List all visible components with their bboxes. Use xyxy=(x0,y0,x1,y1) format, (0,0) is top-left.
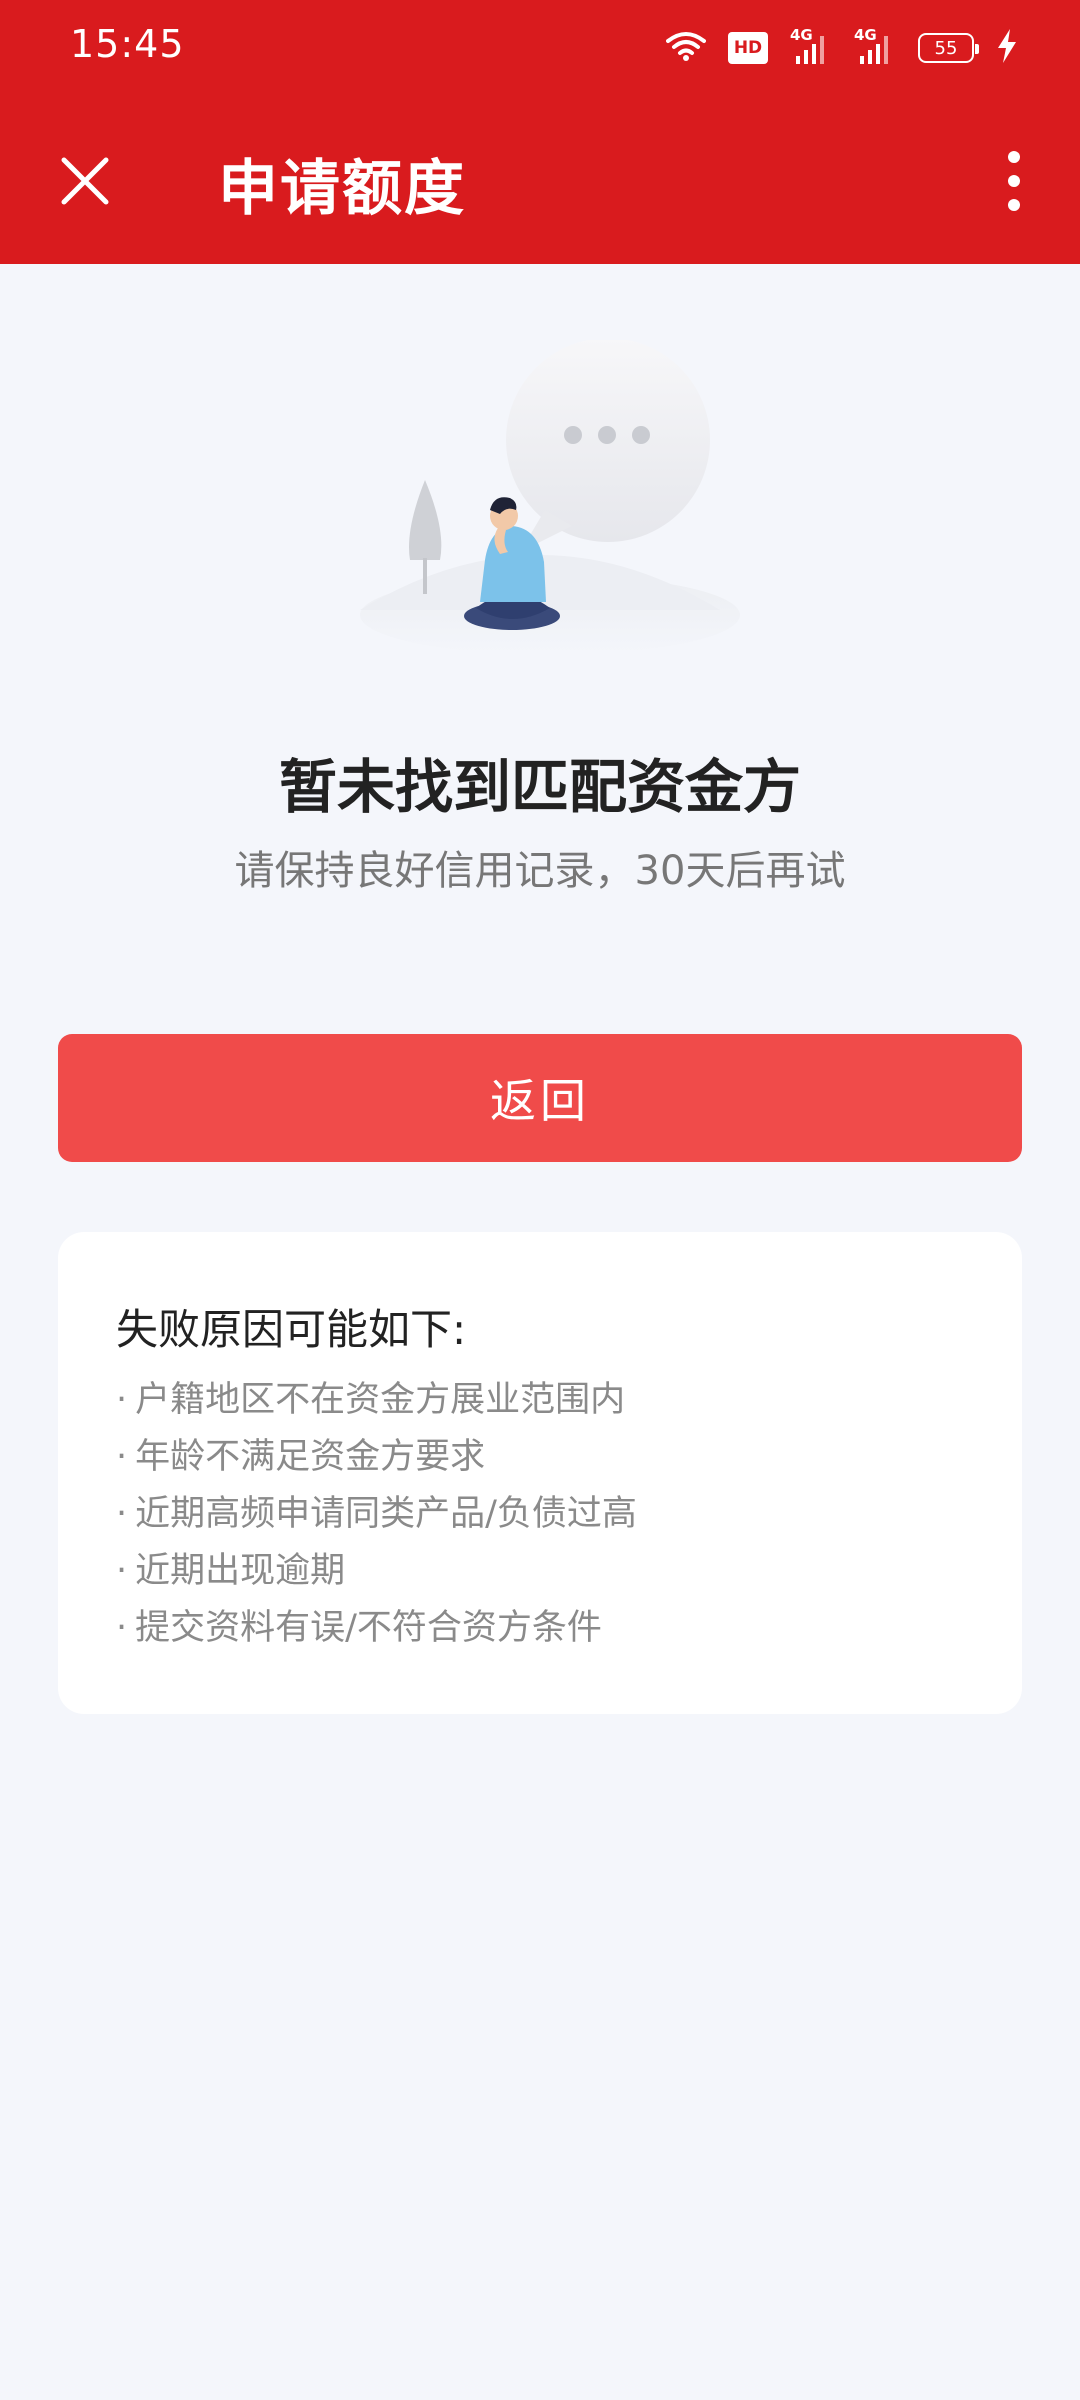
failure-reasons-list: · 户籍地区不在资金方展业范围内 · 年龄不满足资金方要求 · 近期高频申请同类… xyxy=(116,1372,637,1657)
more-vertical-icon xyxy=(1008,151,1020,211)
app-header: 15:45 HD 4G 4G 55 申请额度 xyxy=(0,0,1080,264)
back-button[interactable]: 返回 xyxy=(58,1034,1022,1162)
list-item: · 年龄不满足资金方要求 xyxy=(116,1429,637,1486)
list-item: · 近期出现逾期 xyxy=(116,1543,637,1600)
result-title: 暂未找到匹配资金方 xyxy=(278,753,801,821)
person-thinking-illustration xyxy=(340,338,740,655)
reason-text: 近期高频申请同类产品/负债过高 xyxy=(135,1494,637,1534)
close-button[interactable] xyxy=(50,146,120,216)
reason-text: 户籍地区不在资金方展业范围内 xyxy=(135,1380,626,1420)
hd-voice-icon: HD xyxy=(728,32,768,64)
close-icon xyxy=(61,157,109,205)
reason-text: 提交资料有误/不符合资方条件 xyxy=(135,1608,602,1648)
list-item: · 户籍地区不在资金方展业范围内 xyxy=(116,1372,637,1429)
bullet-dot: · xyxy=(116,1608,128,1648)
toolbar: 申请额度 xyxy=(0,96,1080,264)
list-item: · 近期高频申请同类产品/负债过高 xyxy=(116,1486,637,1543)
signal-icon: 4G xyxy=(790,26,832,66)
reason-text: 近期出现逾期 xyxy=(135,1551,346,1591)
reason-text: 年龄不满足资金方要求 xyxy=(135,1437,486,1477)
bullet-dot: · xyxy=(116,1437,128,1477)
failure-reasons-card: 失败原因可能如下: · 户籍地区不在资金方展业范围内 · 年龄不满足资金方要求 … xyxy=(58,1232,1022,1714)
charging-icon xyxy=(996,29,1018,67)
signal-icon: 4G xyxy=(854,26,896,66)
bullet-dot: · xyxy=(116,1380,128,1420)
result-subtitle: 请保持良好信用记录，30天后再试 xyxy=(234,848,846,894)
failure-reasons-heading: 失败原因可能如下: xyxy=(116,1305,467,1354)
bullet-dot: · xyxy=(116,1494,128,1534)
status-bar: 15:45 HD 4G 4G 55 xyxy=(0,0,1080,96)
bullet-dot: · xyxy=(116,1551,128,1591)
more-options-button[interactable] xyxy=(994,146,1034,216)
list-item: · 提交资料有误/不符合资方条件 xyxy=(116,1600,637,1657)
page-title: 申请额度 xyxy=(218,154,466,224)
status-icons: HD 4G 4G 55 xyxy=(666,26,1018,68)
battery-level: 55 xyxy=(934,37,958,59)
status-time: 15:45 xyxy=(70,22,185,66)
battery-icon: 55 xyxy=(918,33,979,63)
wifi-icon xyxy=(666,30,706,66)
